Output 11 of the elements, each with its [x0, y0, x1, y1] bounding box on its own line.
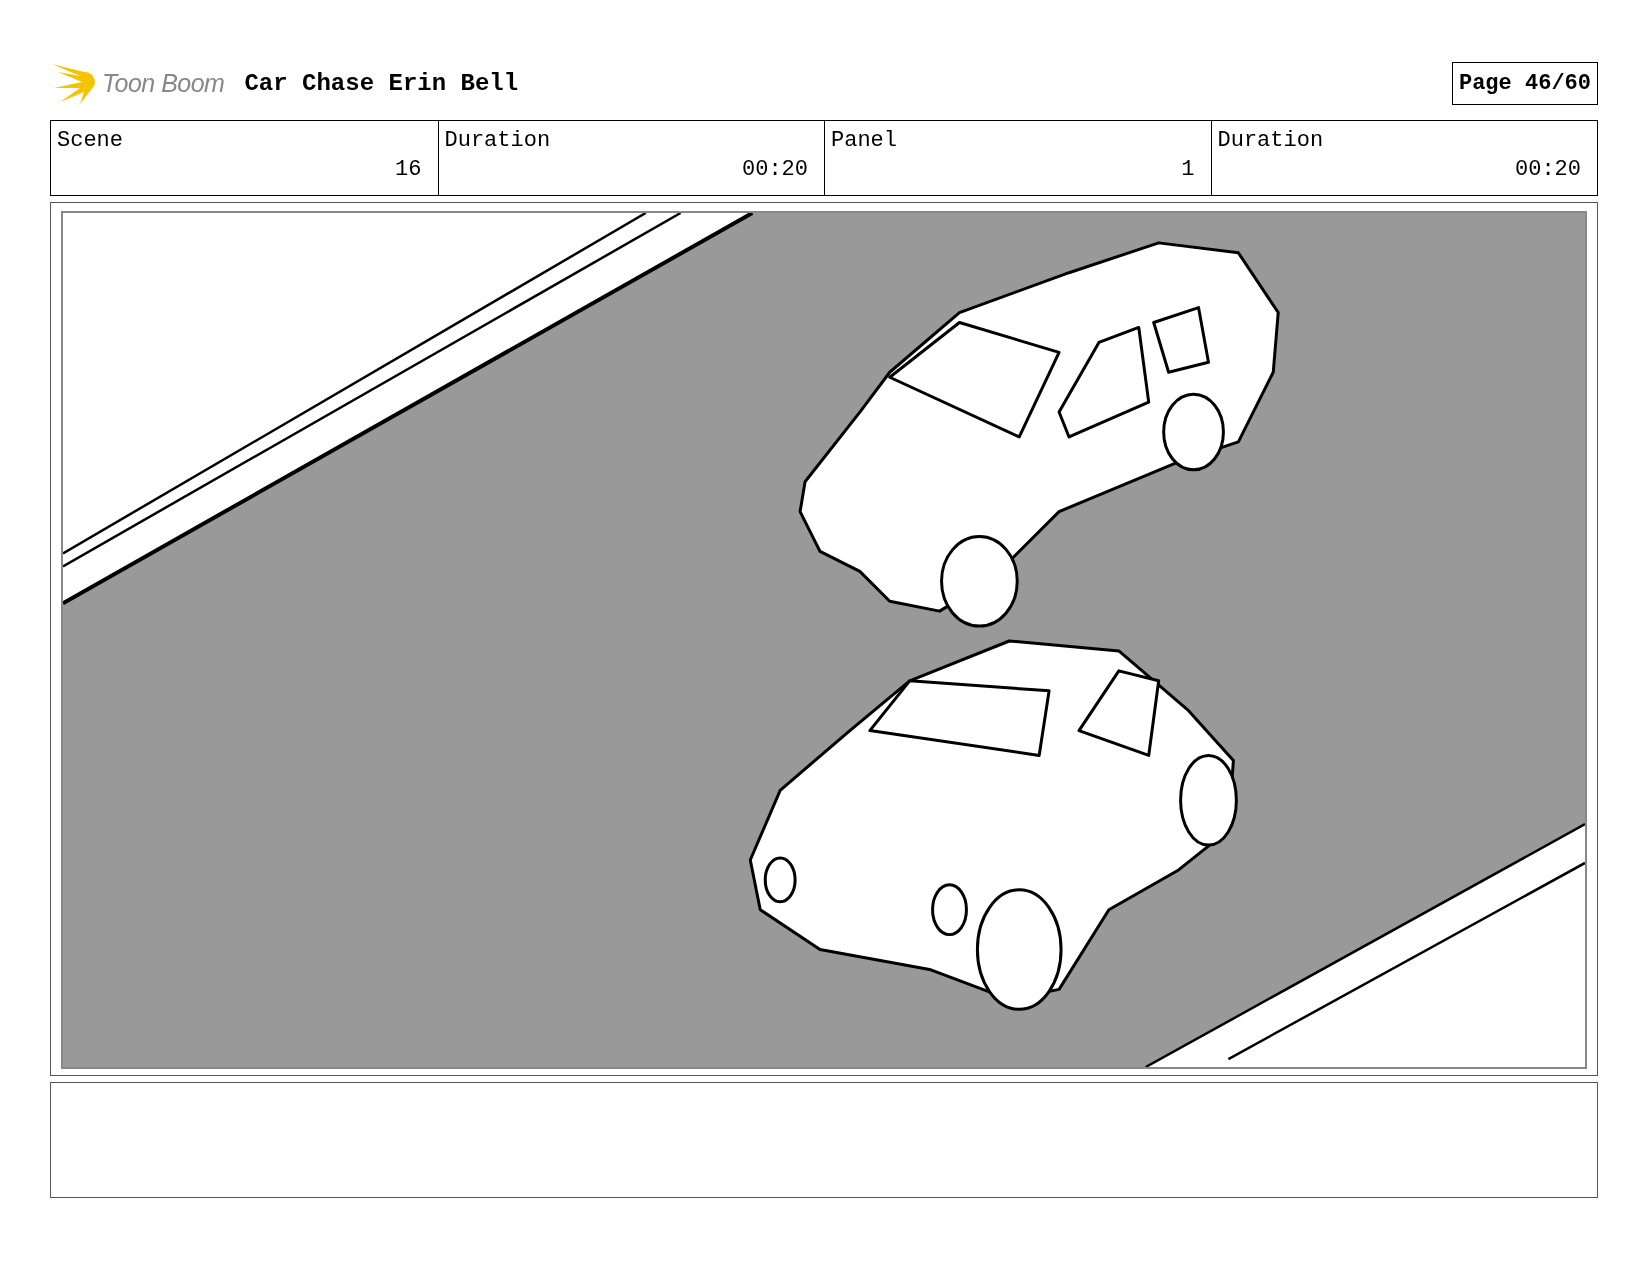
brand-logo-text: Toon Boom	[102, 68, 225, 98]
field-label: Duration	[444, 127, 552, 155]
field-label: Panel	[831, 127, 898, 155]
field-value: 16	[394, 156, 422, 184]
field-label: Duration	[1217, 127, 1325, 155]
board-title: Car Chase Erin Bell	[244, 69, 520, 97]
field-value: 00:20	[1514, 156, 1581, 184]
field-label: Scene	[57, 127, 124, 155]
field-value: 00:20	[741, 156, 808, 184]
field-value: 1	[1180, 156, 1195, 184]
page-number: Page 46/60	[1451, 61, 1598, 105]
